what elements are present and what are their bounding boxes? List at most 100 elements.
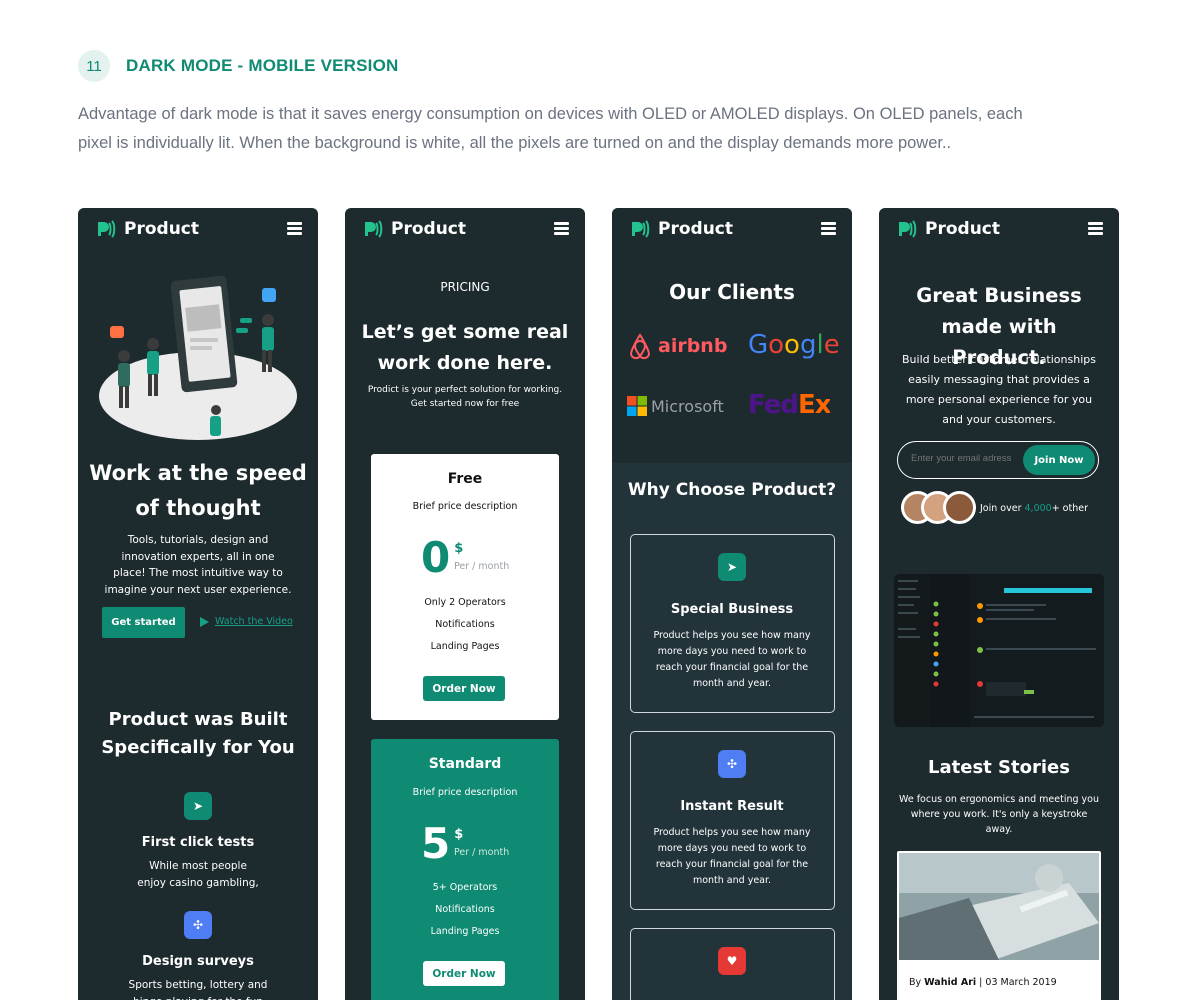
fedex-wordmark: FedEx xyxy=(748,390,831,420)
feature-card-text: Product helps you see how many more days… xyxy=(653,630,811,689)
section-title: DARK MODE - MOBILE VERSION xyxy=(126,56,399,75)
plan-description: Brief price description xyxy=(412,787,518,798)
plan-price: 0 $ Per / month xyxy=(421,533,509,582)
watch-video-link[interactable]: Watch the Video xyxy=(200,616,293,627)
join-count-text: Join over 4,000+ other xyxy=(980,503,1088,514)
pricing-title: Let’s get some real work done here. xyxy=(361,321,569,374)
logo-mark-icon xyxy=(98,220,116,238)
join-count: 4,000 xyxy=(1024,503,1052,514)
microsoft-logo: Microsoft xyxy=(627,396,724,416)
story-date: | 03 March 2019 xyxy=(976,977,1057,988)
section-intro: Advantage of dark mode is that it saves … xyxy=(78,105,1023,152)
hamburger-menu-icon[interactable] xyxy=(554,222,569,235)
feature-card-text: Product helps you see how many more days… xyxy=(653,827,811,886)
feature-card: ♥ xyxy=(630,928,835,1000)
plan-feature: Landing Pages xyxy=(430,926,500,937)
plan-feature: Landing Pages xyxy=(430,641,500,652)
hamburger-menu-icon[interactable] xyxy=(287,222,302,235)
price-period: Per / month xyxy=(454,847,510,858)
why-title: Why Choose Product? xyxy=(627,480,837,500)
pricing-eyebrow: PRICING xyxy=(440,280,490,294)
feature-title: First click tests xyxy=(141,835,255,850)
story-card[interactable]: By Wahid Ari | 03 March 2019 xyxy=(897,851,1101,1000)
logo-mark-icon xyxy=(365,220,383,238)
logo[interactable]: Product xyxy=(897,219,1000,239)
dashboard-screenshot xyxy=(894,574,1104,727)
phone-home-screen: Product Work at the speed of thought Too… xyxy=(78,208,318,1000)
google-logo: Google xyxy=(748,330,840,360)
play-icon xyxy=(200,616,209,627)
email-input[interactable] xyxy=(911,453,1021,464)
microsoft-icon xyxy=(627,396,647,416)
airbnb-icon xyxy=(629,333,651,360)
story-by: By xyxy=(909,977,925,988)
price-amount: 5 xyxy=(421,819,451,868)
plan-feature: Notifications xyxy=(435,619,495,630)
price-period: Per / month xyxy=(454,561,510,572)
logo[interactable]: Product xyxy=(96,219,199,239)
logo-text: Product xyxy=(124,219,199,239)
logo-text: Product xyxy=(925,219,1000,239)
top-bar: Product xyxy=(879,208,1119,250)
heart-icon: ♥ xyxy=(718,947,746,975)
plan-description: Brief price description xyxy=(412,501,518,512)
plan-feature: Notifications xyxy=(435,904,495,915)
built-title: Product was Built Specifically for You xyxy=(101,709,295,758)
airbnb-logo: airbnb xyxy=(626,332,727,360)
story-image xyxy=(899,853,1099,960)
price-currency: $ xyxy=(454,827,464,842)
plan-name: Standard xyxy=(428,756,502,772)
hamburger-menu-icon[interactable] xyxy=(821,222,836,235)
airbnb-wordmark: airbnb xyxy=(658,335,728,357)
logo-text: Product xyxy=(391,219,466,239)
clients-title: Our Clients xyxy=(669,280,795,304)
logo-mark-icon xyxy=(632,220,650,238)
avatar xyxy=(943,491,976,524)
plan-card-free: Free Brief price description 0 $ Per / m… xyxy=(371,454,559,720)
stumbleupon-icon: ✣ xyxy=(718,750,746,778)
section-header: 11 DARK MODE - MOBILE VERSION xyxy=(78,50,399,82)
logo-text: Product xyxy=(658,219,733,239)
landing-text: Build better customer relationships easi… xyxy=(902,353,1096,426)
order-now-button[interactable]: Order Now xyxy=(423,961,505,986)
plan-feature: Only 2 Operators xyxy=(424,597,506,608)
logo[interactable]: Product xyxy=(363,219,466,239)
logo-mark-icon xyxy=(899,220,917,238)
cursor-icon: ➤ xyxy=(184,792,212,820)
plan-card-standard: Standard Brief price description 5 $ Per… xyxy=(371,739,559,1000)
phone-pricing-screen: Product PRICING Let’s get some real work… xyxy=(345,208,585,1000)
get-started-button[interactable]: Get started xyxy=(102,607,185,638)
microsoft-wordmark: Microsoft xyxy=(651,396,724,416)
hero-text: Tools, tutorials, design and innovation … xyxy=(104,534,292,596)
watch-video-label: Watch the Video xyxy=(215,616,293,627)
phone-landing-screen: Product Great Business made with Product… xyxy=(879,208,1119,1000)
pricing-subtitle: Prodict is your perfect solution for wor… xyxy=(367,385,563,409)
logo[interactable]: Product xyxy=(630,219,733,239)
plan-feature: 5+ Operators xyxy=(432,882,498,893)
stories-text: We focus on ergonomics and meeting you w… xyxy=(899,794,1099,835)
plan-name: Free xyxy=(447,471,483,487)
top-bar: Product xyxy=(345,208,585,250)
hero-title: Work at the speed of thought xyxy=(89,461,307,520)
feature-title: Design surveys xyxy=(142,954,254,969)
cursor-icon: ➤ xyxy=(718,553,746,581)
stumbleupon-icon: ✣ xyxy=(184,911,212,939)
order-now-button[interactable]: Order Now xyxy=(423,676,505,701)
fedex-logo: FedEx xyxy=(748,390,831,420)
join-suffix: + other xyxy=(1051,503,1088,514)
hamburger-menu-icon[interactable] xyxy=(1088,222,1103,235)
google-wordmark: Google xyxy=(748,330,840,360)
price-amount: 0 xyxy=(421,533,451,582)
story-meta: By Wahid Ari | 03 March 2019 xyxy=(909,977,1057,988)
feature-card: ➤ Special Business Product helps you see… xyxy=(630,534,835,713)
top-bar: Product xyxy=(78,208,318,250)
hero-illustration xyxy=(99,275,297,440)
feature-text: While most people enjoy casino gambling, xyxy=(137,860,259,889)
feature-text: Sports betting, lottery and bingo playin… xyxy=(128,979,268,1000)
phone-clients-screen: Product Our Clients airbnb Google Micros… xyxy=(612,208,852,1000)
join-now-button[interactable]: Join Now xyxy=(1023,445,1095,475)
plan-price: 5 $ Per / month xyxy=(421,819,509,868)
story-author[interactable]: Wahid Ari xyxy=(924,977,976,988)
join-prefix: Join over xyxy=(980,503,1025,514)
email-signup-form: Join Now xyxy=(897,441,1099,479)
